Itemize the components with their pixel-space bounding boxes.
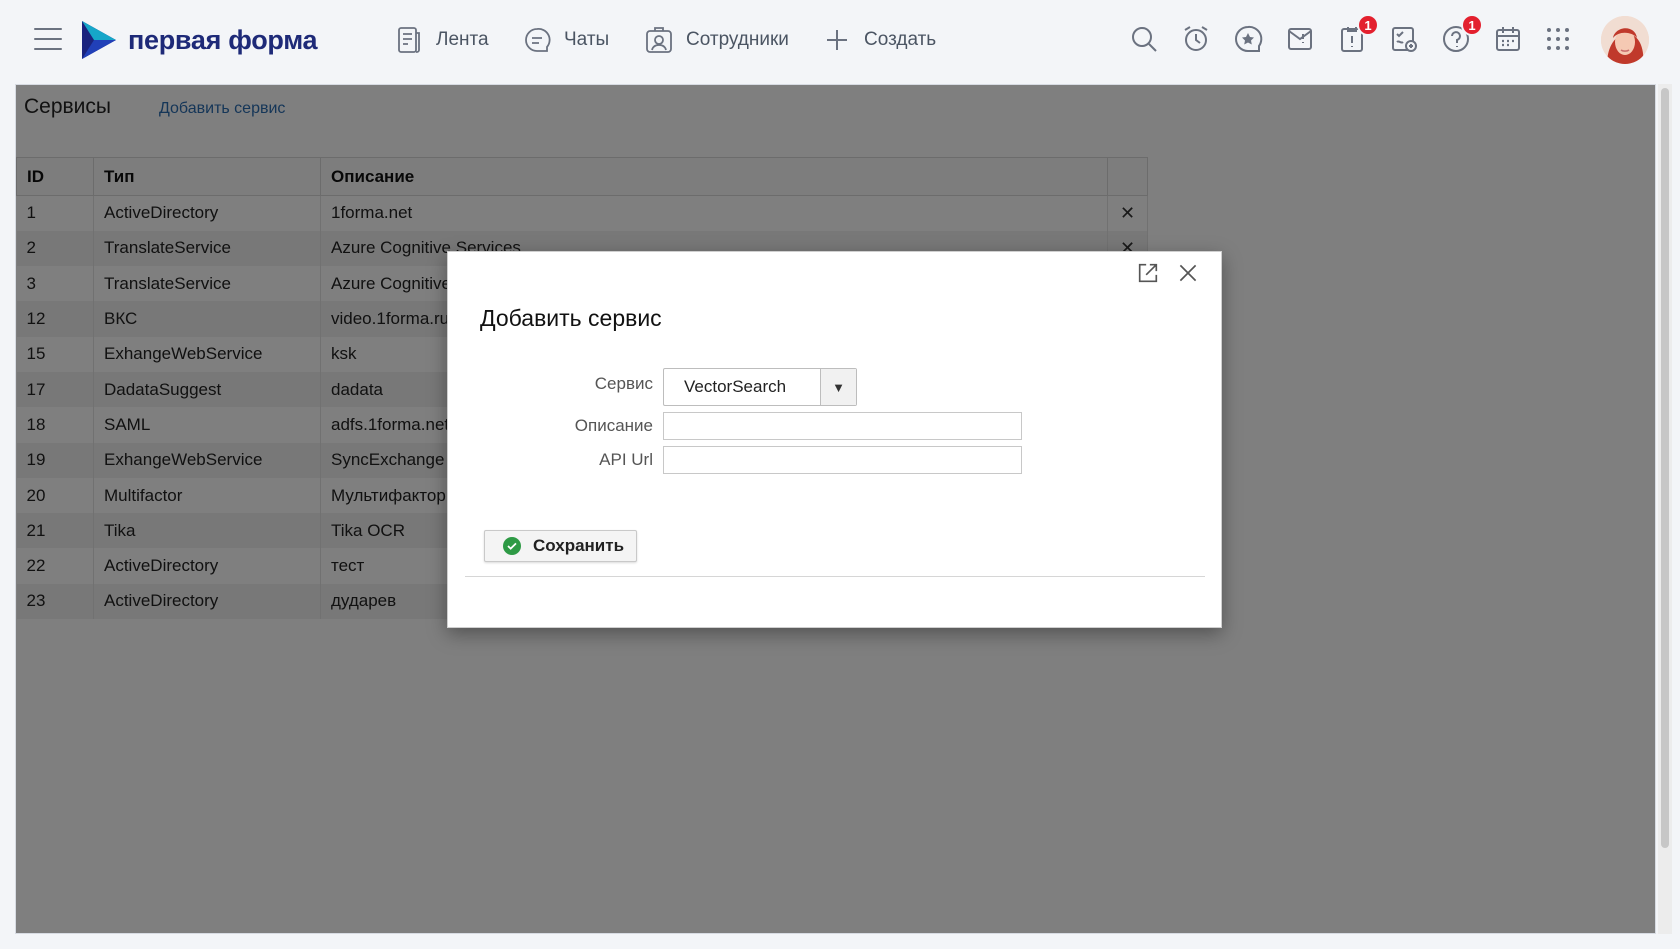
help-badge: 1 xyxy=(1461,14,1483,36)
plus-icon xyxy=(827,30,847,50)
description-input[interactable] xyxy=(663,412,1022,440)
menu-icon[interactable] xyxy=(34,28,62,50)
avatar[interactable] xyxy=(1601,16,1649,64)
brand-logo[interactable]: первая форма xyxy=(80,20,318,60)
nav-chats-label: Чаты xyxy=(564,29,610,50)
description-row: Описание xyxy=(448,412,1022,440)
top-bar: первая форма Лента Чаты Сотрудники Созда… xyxy=(0,0,1680,80)
nav-employees[interactable]: Сотрудники xyxy=(644,22,789,58)
check-icon xyxy=(503,537,521,555)
save-button-label: Сохранить xyxy=(533,536,625,555)
approvals-button[interactable] xyxy=(1387,22,1421,56)
scrollbar-thumb[interactable] xyxy=(1661,88,1669,848)
help-button[interactable]: 1 xyxy=(1439,14,1483,56)
nav-feed[interactable]: Лента xyxy=(394,22,489,58)
nav-create[interactable]: Создать xyxy=(822,22,936,58)
logo-icon xyxy=(82,21,116,59)
brand-name: первая форма xyxy=(128,24,318,55)
approval-icon xyxy=(1392,27,1417,52)
alarm-clock-icon xyxy=(1184,26,1208,51)
search-button[interactable] xyxy=(1127,22,1161,56)
external-link-icon xyxy=(1138,263,1158,283)
nav-feed-label: Лента xyxy=(436,29,489,50)
page-scrollbar[interactable] xyxy=(1658,84,1672,934)
dialog-divider xyxy=(465,576,1205,577)
service-row: Сервис VectorSearch ▼ xyxy=(448,368,857,406)
alert-tasks-button[interactable]: 1 xyxy=(1335,14,1379,56)
service-label: Сервис xyxy=(594,374,653,393)
apps-grid-icon xyxy=(1547,28,1569,50)
reminders-button[interactable] xyxy=(1179,22,1213,56)
save-button[interactable]: Сохранить xyxy=(484,530,638,562)
add-service-dialog: Добавить сервис Сервис VectorSearch ▼ Оп… xyxy=(447,251,1222,628)
user-photo-icon xyxy=(1601,16,1649,64)
nav-chats[interactable]: Чаты xyxy=(522,22,609,58)
employees-icon xyxy=(646,27,672,53)
chat-icon xyxy=(525,28,551,52)
favorites-icon xyxy=(1235,25,1263,52)
announcements-button[interactable] xyxy=(1283,22,1317,56)
announcement-icon xyxy=(1288,28,1312,50)
favorites-button[interactable] xyxy=(1231,22,1265,56)
alert-tasks-badge: 1 xyxy=(1357,14,1379,36)
nav-create-label: Создать xyxy=(864,29,937,50)
feed-icon xyxy=(398,27,420,53)
dropdown-arrow-icon[interactable]: ▼ xyxy=(820,369,856,405)
close-icon xyxy=(1179,264,1197,282)
service-select-value: VectorSearch xyxy=(684,377,787,396)
dialog-title: Добавить сервис xyxy=(480,305,662,331)
close-button[interactable] xyxy=(1173,258,1203,288)
service-select[interactable]: VectorSearch ▼ xyxy=(663,368,857,406)
popout-button[interactable] xyxy=(1133,258,1163,288)
api-url-label: API Url xyxy=(599,450,653,469)
api-url-input[interactable] xyxy=(663,446,1022,474)
calendar-button[interactable] xyxy=(1491,22,1525,56)
description-label: Описание xyxy=(574,416,653,435)
search-icon xyxy=(1132,27,1157,52)
calendar-icon xyxy=(1496,27,1520,51)
api-url-row: API Url xyxy=(448,446,1022,474)
nav-employees-label: Сотрудники xyxy=(686,29,789,50)
apps-button[interactable] xyxy=(1541,22,1575,56)
